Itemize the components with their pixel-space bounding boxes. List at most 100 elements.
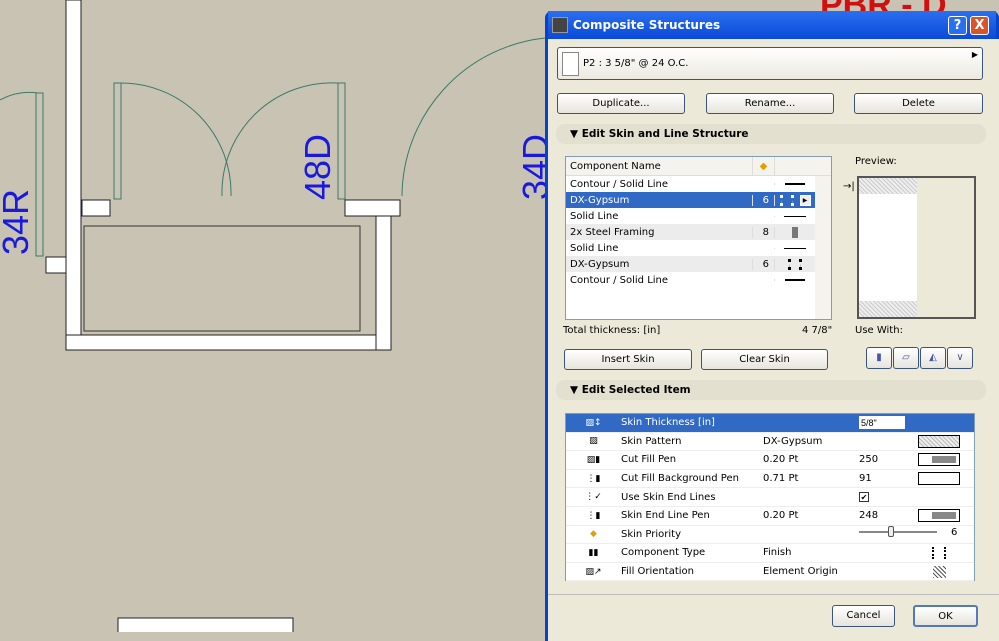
section-title: Edit Skin and Line Structure (581, 128, 749, 140)
rename-button[interactable]: Rename... (706, 93, 834, 114)
component-name: Solid Line (570, 210, 619, 222)
line-structure-icon (774, 258, 815, 270)
property-row[interactable]: ⋮✓ Use Skin End Lines ✔ (566, 488, 974, 507)
collapse-arrow-icon: ▼ (570, 128, 582, 140)
line-structure-icon (774, 226, 815, 238)
property-row[interactable]: ◆ Skin Priority 6 (566, 526, 974, 545)
insert-skin-button[interactable]: Insert Skin (564, 349, 692, 370)
property-value-2: 91 (859, 473, 872, 485)
total-thickness-value: 4 7/8" (802, 325, 833, 336)
skin-thickness-input[interactable] (859, 416, 905, 430)
door-label-34d: 34D (515, 134, 545, 200)
pattern-icon: ▨ (589, 436, 598, 447)
priority-icon: ◆ (590, 529, 597, 540)
cancel-button[interactable]: Cancel (832, 605, 895, 627)
property-swatch[interactable] (909, 434, 969, 448)
use-skin-end-lines-checkbox[interactable]: ✔ (859, 491, 869, 502)
property-row[interactable]: ⋮▮ Cut Fill Background Pen 0.71 Pt 91 (566, 470, 974, 489)
edit-skin-section-header[interactable]: ▼ Edit Skin and Line Structure (556, 124, 986, 144)
close-button[interactable]: X (970, 16, 989, 35)
pen-icon: ⋮▮ (586, 510, 601, 521)
property-value: 0.20 Pt (763, 510, 799, 522)
property-swatch[interactable] (909, 453, 969, 467)
end-lines-icon: ⋮✓ (585, 492, 602, 503)
structure-selector[interactable]: P2 : 3 5/8" @ 24 O.C. ▶ (557, 47, 983, 80)
use-with-shell-icon[interactable]: ∨ (947, 347, 973, 369)
structure-preview (857, 176, 976, 319)
skin-priority-slider[interactable] (859, 531, 937, 534)
use-with-slab-icon[interactable]: ▱ (893, 347, 919, 369)
slider-thumb[interactable] (888, 526, 895, 538)
component-row[interactable]: Contour / Solid Line (566, 176, 831, 192)
use-with-roof-icon[interactable]: ◭ (920, 347, 946, 369)
property-name: Cut Fill Pen (621, 454, 677, 466)
component-priority: 6 (752, 194, 774, 206)
component-row[interactable]: Solid Line (566, 208, 831, 224)
component-type-icon: ▮▮ (588, 547, 599, 558)
property-row[interactable]: ▨ Skin Pattern DX-Gypsum (566, 433, 974, 452)
component-name: DX-Gypsum (570, 258, 630, 270)
property-swatch[interactable] (909, 565, 969, 578)
property-name: Use Skin End Lines (621, 491, 716, 503)
component-name: Contour / Solid Line (570, 178, 669, 190)
title-bar[interactable]: Composite Structures ? X (548, 11, 996, 39)
delete-button[interactable]: Delete (854, 93, 983, 114)
priority-header-icon[interactable]: ◆ (752, 157, 774, 175)
door-label-48d: 48D (297, 134, 338, 200)
clear-skin-button[interactable]: Clear Skin (701, 349, 828, 370)
component-name: DX-Gypsum (570, 194, 630, 206)
section-title: Edit Selected Item (581, 384, 691, 396)
reference-arrow-icon: →| (843, 181, 855, 192)
line-structure-icon (774, 215, 815, 217)
property-row[interactable]: ▨▮ Cut Fill Pen 0.20 Pt 250 (566, 451, 974, 470)
line-structure-icon: ▶ (774, 194, 815, 206)
list-scrollbar[interactable] (815, 176, 831, 319)
column-header-name[interactable]: Component Name (566, 157, 752, 175)
floor-plan: 34R 48D 34D (0, 0, 545, 632)
property-value: 0.71 Pt (763, 473, 799, 485)
property-value: 0.20 Pt (763, 454, 799, 466)
structure-name: P2 : 3 5/8" @ 24 O.C. (583, 58, 689, 69)
component-name: 2x Steel Framing (570, 226, 655, 238)
ok-button[interactable]: OK (913, 605, 978, 627)
component-row[interactable]: Contour / Solid Line (566, 272, 831, 288)
fill-orientation-icon: ▨↗ (585, 566, 602, 577)
property-name: Cut Fill Background Pen (621, 473, 739, 485)
property-row[interactable]: ⋮▮ Skin End Line Pen 0.20 Pt 248 (566, 507, 974, 526)
properties-table[interactable]: ▨↕ Skin Thickness [in] ▨ Skin Pattern DX-Gyp… (565, 413, 975, 582)
component-name: Solid Line (570, 242, 619, 254)
property-swatch[interactable] (909, 509, 969, 523)
property-value: DX-Gypsum (763, 435, 823, 447)
menu-arrow-icon: ▶ (971, 50, 978, 59)
property-value-2: 250 (859, 454, 879, 466)
component-row[interactable]: 2x Steel Framing 8 (566, 224, 831, 240)
dialog-title: Composite Structures (573, 18, 721, 32)
property-swatch[interactable] (909, 472, 969, 486)
component-row[interactable]: DX-Gypsum 6 ▶ (566, 192, 831, 208)
duplicate-button[interactable]: Duplicate... (557, 93, 685, 114)
component-row[interactable]: Solid Line (566, 240, 831, 256)
property-value: Finish (763, 547, 792, 559)
use-with-wall-icon[interactable]: ▮ (866, 347, 892, 369)
property-name: Fill Orientation (621, 566, 694, 578)
component-name: Contour / Solid Line (570, 274, 669, 286)
archicad-logo-icon (552, 17, 568, 33)
property-name: Component Type (621, 547, 706, 559)
property-row[interactable]: ▨↗ Fill Orientation Element Origin (566, 563, 974, 582)
wall-structure-icon (562, 51, 579, 76)
line-structure-icon (774, 247, 815, 249)
collapse-arrow-icon: ▼ (570, 384, 582, 396)
property-name: Skin End Line Pen (621, 510, 710, 522)
edit-selected-item-header[interactable]: ▼ Edit Selected Item (556, 380, 986, 400)
property-name: Skin Thickness [in] (621, 417, 715, 429)
line-structure-icon (774, 279, 815, 281)
component-list[interactable]: Component Name ◆ Contour / Solid Line DX-… (565, 156, 832, 320)
property-row[interactable]: ▮▮ Component Type Finish (566, 544, 974, 563)
component-row[interactable]: DX-Gypsum 6 (566, 256, 831, 272)
property-name: Skin Priority (621, 528, 682, 540)
property-row[interactable]: ▨↕ Skin Thickness [in] (566, 414, 974, 433)
total-thickness-label: Total thickness: [in] (563, 325, 661, 336)
property-swatch[interactable] (909, 546, 969, 559)
door-label-34r: 34R (0, 189, 36, 255)
help-button[interactable]: ? (948, 16, 967, 35)
